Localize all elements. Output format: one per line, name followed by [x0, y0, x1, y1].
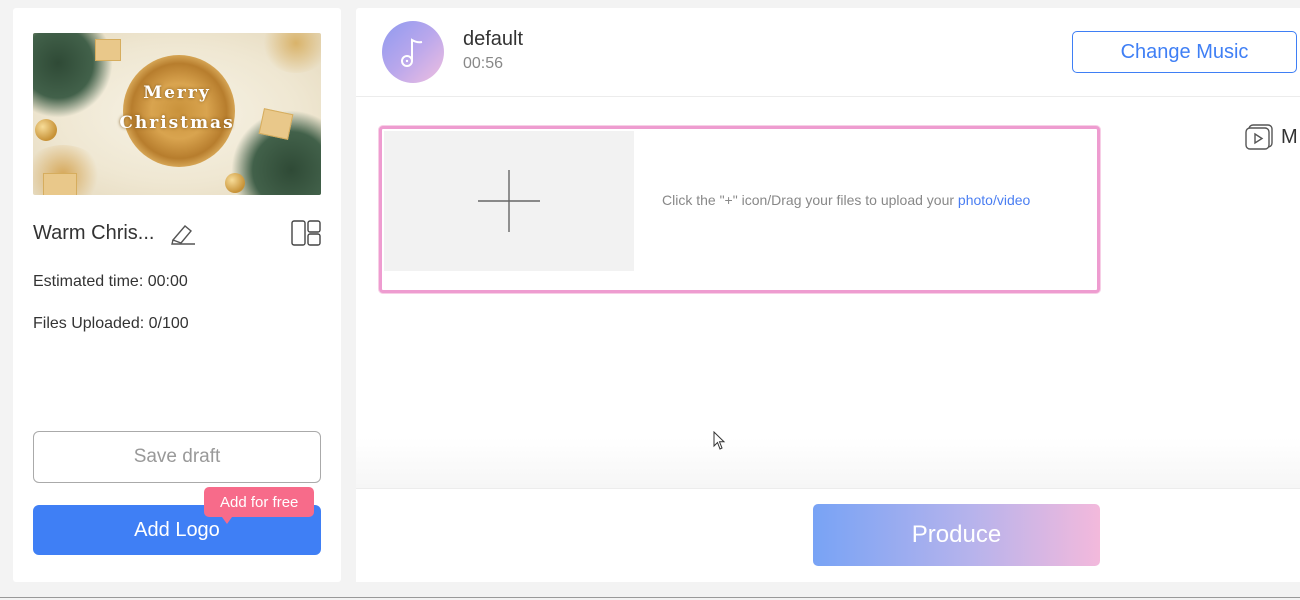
thumbnail-text: Merry [143, 83, 211, 103]
window-bottom-divider [0, 597, 1300, 598]
wreath-graphic [123, 55, 235, 167]
gold-glow-decoration [261, 33, 321, 73]
video-play-icon [1245, 124, 1273, 150]
ornament-decoration [225, 173, 245, 193]
upload-hint: Click the "+" icon/Drag your files to up… [662, 192, 1030, 208]
editor-panel: default 00:56 Change Music Click the "+"… [356, 8, 1300, 582]
template-thumbnail[interactable]: Merry Christmas [33, 33, 321, 195]
project-panel: Merry Christmas Warm Chris... Estimated … [13, 8, 341, 582]
bottom-action-bar: Produce [356, 488, 1300, 582]
gift-decoration [43, 173, 77, 195]
edit-icon[interactable] [169, 220, 197, 246]
add-for-free-badge: Add for free [204, 487, 315, 524]
project-title-row: Warm Chris... [33, 220, 321, 246]
music-name: default [463, 28, 524, 50]
produce-button[interactable]: Produce [813, 504, 1100, 566]
project-title: Warm Chris... [33, 222, 155, 244]
side-tool-button[interactable]: M [1245, 122, 1298, 152]
files-uploaded-count: Files Uploaded: 0/100 [33, 315, 189, 332]
side-tool-label: M [1281, 125, 1298, 148]
mouse-cursor-icon [713, 430, 727, 456]
gift-decoration [95, 39, 121, 61]
music-bar: default 00:56 Change Music [356, 8, 1300, 97]
upload-hint-text: Click the "+" icon/Drag your files to up… [662, 192, 958, 208]
add-media-tile[interactable] [384, 131, 634, 271]
change-music-button[interactable]: Change Music [1072, 31, 1297, 73]
thumbnail-text: Christmas [119, 113, 235, 133]
layout-icon[interactable] [291, 220, 321, 246]
badge-label: Add for free [220, 493, 299, 511]
save-draft-button[interactable]: Save draft [33, 431, 321, 483]
estimated-time: Estimated time: 00:00 [33, 273, 188, 290]
music-note-icon [382, 21, 444, 83]
photo-video-link[interactable]: photo/video [958, 192, 1030, 208]
music-duration: 00:56 [463, 55, 504, 72]
content-fade [356, 438, 1300, 488]
plus-icon [478, 170, 540, 232]
upload-dropzone[interactable]: Click the "+" icon/Drag your files to up… [379, 126, 1100, 293]
